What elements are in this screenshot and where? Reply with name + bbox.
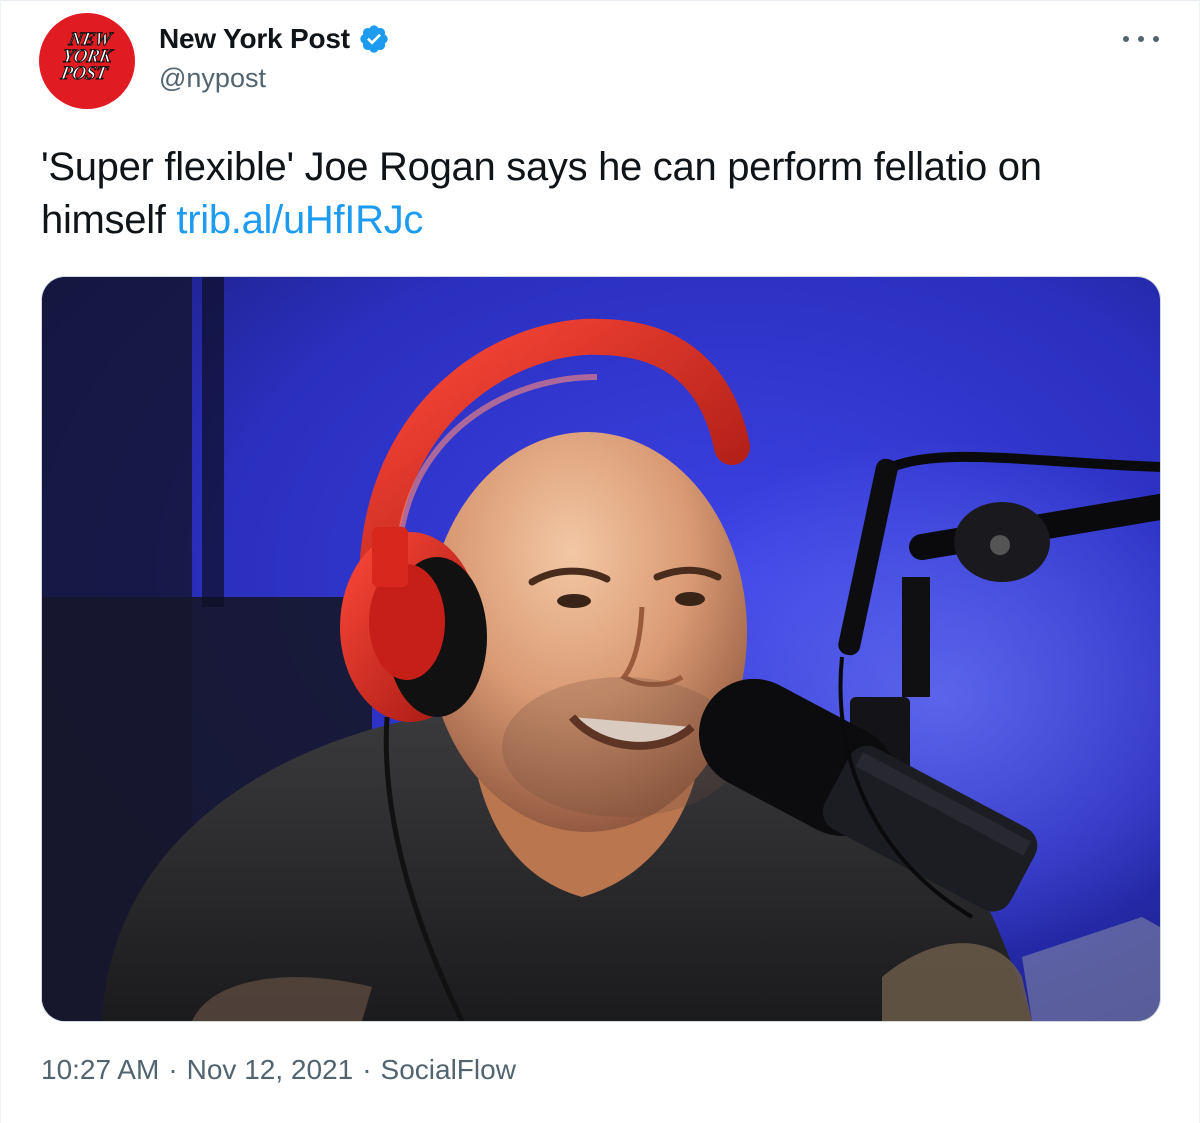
photo-podcast-studio: [42, 277, 1160, 1021]
nypost-logo: NEW YORK POST: [53, 29, 122, 85]
tweet-media-photo[interactable]: [41, 276, 1161, 1022]
dot-icon: [1153, 36, 1159, 42]
author-display-name[interactable]: New York Post: [159, 23, 350, 55]
tweet-link[interactable]: trib.al/uHfIRJc: [176, 198, 423, 242]
tweet-meta: 10:27 AM · Nov 12, 2021 · SocialFlow: [41, 1054, 516, 1086]
dot-icon: [1138, 36, 1144, 42]
tweet-time[interactable]: 10:27 AM: [41, 1054, 159, 1086]
dot-icon: [1123, 36, 1129, 42]
tweet-card: NEW YORK POST New York Post @nypost 'Sup…: [0, 0, 1200, 1123]
author-handle[interactable]: @nypost: [159, 63, 266, 94]
verified-badge-icon: [358, 23, 390, 55]
more-options-icon[interactable]: [1123, 27, 1159, 51]
tweet-date[interactable]: Nov 12, 2021: [187, 1054, 354, 1086]
tweet-source[interactable]: SocialFlow: [381, 1054, 516, 1086]
author-name-row: New York Post: [159, 21, 390, 57]
author-avatar[interactable]: NEW YORK POST: [39, 13, 135, 109]
meta-separator: ·: [362, 1054, 372, 1085]
logo-line: POST: [59, 63, 109, 85]
meta-separator: ·: [168, 1054, 178, 1085]
tweet-text: 'Super flexible' Joe Rogan says he can p…: [41, 141, 1161, 247]
